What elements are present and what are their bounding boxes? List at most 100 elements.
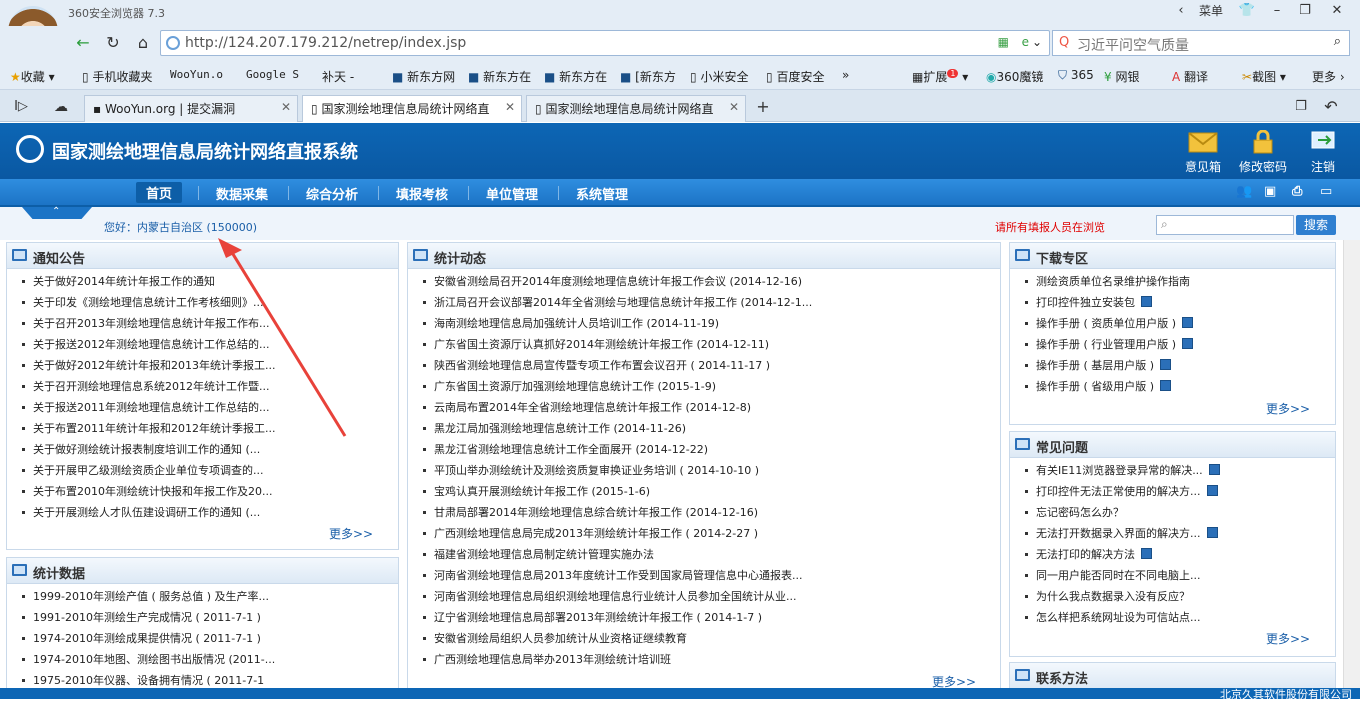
list-item[interactable]: 关于召开2013年测绘地理信息统计年报工作布... — [7, 313, 398, 334]
list-item-text[interactable]: 操作手册 ( 行业管理用户版 ) — [1036, 338, 1176, 351]
id-card-icon[interactable]: ▣ — [1264, 184, 1276, 199]
list-item[interactable]: 1974-2010年测绘成果提供情况 ( 2011-7-1 ) — [7, 628, 398, 649]
list-item[interactable]: 1991-2010年测绘生产完成情况 ( 2011-7-1 ) — [7, 607, 398, 628]
fav-xdf-1[interactable]: ■ 新东方网 — [392, 68, 455, 85]
floppy-disk-icon[interactable] — [1208, 464, 1220, 475]
skin-icon[interactable]: 👕 — [1232, 0, 1262, 22]
list-item-text[interactable]: 关于开展甲乙级测绘资质企业单位专项调查的... — [33, 464, 264, 477]
list-item[interactable]: 打印控件无法正常使用的解决方... — [1010, 481, 1335, 502]
tab-active[interactable]: ▯ 国家测绘地理信息局统计网络直 ✕ — [302, 95, 522, 122]
list-item-text[interactable]: 云南局布置2014年全省测绘地理信息统计年报工作 (2014-12-8) — [434, 401, 751, 414]
back-icon[interactable]: ← — [70, 32, 96, 54]
list-item-text[interactable]: 关于印发《测绘地理信息统计工作考核细则》... — [33, 296, 264, 309]
sidebar-toggle-icon[interactable]: I▷ — [8, 96, 34, 118]
close-tab-icon[interactable]: ✕ — [729, 100, 739, 114]
list-item[interactable]: 打印控件独立安装包 — [1010, 292, 1335, 313]
list-item-text[interactable]: 关于召开测绘地理信息系统2012年统计工作暨... — [33, 380, 269, 393]
fav-collect[interactable]: ★收藏 ▾ — [10, 68, 55, 85]
list-item[interactable]: 河南省测绘地理信息局2013年度统计工作受到国家局管理信息中心通报表... — [408, 565, 1000, 586]
maximize-button[interactable]: ❐ — [1290, 0, 1320, 22]
list-item[interactable]: 关于布置2010年测绘统计快报和年报工作及20... — [7, 481, 398, 502]
list-item-text[interactable]: 关于开展测绘人才队伍建设调研工作的通知 (... — [33, 506, 260, 519]
fav-mi-security[interactable]: ▯ 小米安全 — [690, 68, 748, 85]
list-item[interactable]: 关于报送2011年测绘地理信息统计工作总结的... — [7, 397, 398, 418]
browser-search-input[interactable]: Q 习近平问空气质量 ⌕ — [1052, 30, 1350, 56]
fav-wooyun[interactable]: WooYun.o — [170, 68, 223, 81]
list-item[interactable]: 操作手册 ( 资质单位用户版 ) — [1010, 313, 1335, 334]
list-item[interactable]: 甘肃局部署2014年测绘地理信息综合统计年报工作 (2014-12-16) — [408, 502, 1000, 523]
fav-xdf-2[interactable]: ■ 新东方在 — [468, 68, 531, 85]
tab-third[interactable]: ▯ 国家测绘地理信息局统计网络直 ✕ — [526, 95, 746, 122]
more-link[interactable]: 更多>> — [1266, 400, 1310, 417]
minimize-button[interactable]: – — [1262, 0, 1292, 22]
list-item-text[interactable]: 安徽省测绘局召开2014年度测绘地理信息统计年报工作会议 (2014-12-16… — [434, 275, 802, 288]
list-item-text[interactable]: 无法打开数据录入界面的解决方... — [1036, 527, 1201, 540]
qr-icon[interactable]: ▦ — [998, 35, 1009, 49]
floppy-disk-icon[interactable] — [1160, 380, 1172, 391]
fav-xdf-3[interactable]: ■ 新东方在 — [544, 68, 607, 85]
list-item-text[interactable]: 广东省国土资源厅认真抓好2014年测绘统计年报工作 (2014-12-11) — [434, 338, 769, 351]
list-item-text[interactable]: 安徽省测绘局组织人员参加统计从业资格证继续教育 — [434, 632, 687, 645]
url-text[interactable]: http://124.207.179.212/netrep/index.jsp — [185, 35, 466, 51]
site-search-button[interactable]: 搜索 — [1296, 215, 1336, 235]
list-item-text[interactable]: 浙江局召开会议部署2014年全省测绘与地理信息统计年报工作 (2014-12-1… — [434, 296, 812, 309]
floppy-disk-icon[interactable] — [1182, 338, 1194, 349]
list-item[interactable]: 河南省测绘地理信息局组织测绘地理信息行业统计人员参加全国统计从业... — [408, 586, 1000, 607]
list-item[interactable]: 操作手册 ( 省级用户版 ) — [1010, 376, 1335, 397]
list-item-text[interactable]: 宝鸡认真开展测绘统计年报工作 (2015-1-6) — [434, 485, 650, 498]
list-item[interactable]: 辽宁省测绘地理信息局部署2013年测绘统计年报工作 ( 2014-1-7 ) — [408, 607, 1000, 628]
list-item-text[interactable]: 广西测绘地理信息局完成2013年测绘统计年报工作 ( 2014-2-27 ) — [434, 527, 758, 540]
list-item-text[interactable]: 广西测绘地理信息局举办2013年测绘统计培训班 — [434, 653, 671, 666]
list-item-text[interactable]: 为什么我点数据录入没有反应？ — [1036, 590, 1190, 603]
more-link[interactable]: 更多>> — [329, 525, 373, 542]
menu-button[interactable]: 菜单 — [1194, 0, 1228, 22]
ext-translate[interactable]: A 翻译 — [1172, 68, 1208, 85]
list-item[interactable]: 同一用户能否同时在不同电脑上... — [1010, 565, 1335, 586]
list-item-text[interactable]: 操作手册 ( 省级用户版 ) — [1036, 380, 1154, 393]
list-item-text[interactable]: 无法打印的解决方法 — [1036, 548, 1135, 561]
more-link[interactable]: 更多>> — [1266, 630, 1310, 647]
list-item-text[interactable]: 河南省测绘地理信息局组织测绘地理信息行业统计人员参加全国统计从业... — [434, 590, 797, 603]
list-item[interactable]: 操作手册 ( 基层用户版 ) — [1010, 355, 1335, 376]
close-window-button[interactable]: ✕ — [1322, 0, 1352, 22]
list-item-text[interactable]: 操作手册 ( 资质单位用户版 ) — [1036, 317, 1176, 330]
search-engine-icon[interactable]: Q — [1059, 35, 1069, 50]
list-item[interactable]: 关于开展测绘人才队伍建设调研工作的通知 (... — [7, 502, 398, 523]
floppy-disk-icon[interactable] — [1141, 296, 1152, 307]
close-tab-icon[interactable]: ✕ — [505, 100, 515, 114]
list-item[interactable]: 海南测绘地理信息局加强统计人员培训工作 (2014-11-19) — [408, 313, 1000, 334]
list-item-text[interactable]: 有关IE11浏览器登录异常的解决... — [1036, 464, 1203, 477]
fav-baidu-security[interactable]: ▯ 百度安全 — [766, 68, 824, 85]
list-item-text[interactable]: 怎么样把系统网址设为可信站点... — [1036, 611, 1201, 624]
list-item-text[interactable]: 关于布置2011年统计年报和2012年统计季报工... — [33, 422, 275, 435]
nav-data-collection[interactable]: 数据采集 — [216, 184, 268, 203]
ie-mode-icon[interactable]: e — [1022, 35, 1029, 49]
list-item[interactable]: 陕西省测绘地理信息局宣传暨专项工作布置会议召开 ( 2014-11-17 ) — [408, 355, 1000, 376]
site-search-input[interactable]: ⌕ — [1156, 215, 1294, 235]
undo-close-icon[interactable]: ↶ — [1318, 96, 1344, 118]
page-scrollbar[interactable] — [1343, 240, 1360, 689]
floppy-disk-icon[interactable] — [1206, 527, 1218, 538]
fav-butian[interactable]: 补天 - — [322, 68, 354, 85]
list-item[interactable]: 忘记密码怎么办？ — [1010, 502, 1335, 523]
list-item-text[interactable]: 关于做好测绘统计报表制度培训工作的通知 (... — [33, 443, 260, 456]
list-item-text[interactable]: 1974-2010年测绘成果提供情况 ( 2011-7-1 ) — [33, 632, 261, 645]
list-item-text[interactable]: 甘肃局部署2014年测绘地理信息综合统计年报工作 (2014-12-16) — [434, 506, 758, 519]
ext-365[interactable]: ⛉ 365 — [1058, 68, 1094, 83]
list-item[interactable]: 有关IE11浏览器登录异常的解决... — [1010, 460, 1335, 481]
logout-button[interactable]: 注销 — [1298, 130, 1348, 175]
list-item[interactable]: 无法打印的解决方法 — [1010, 544, 1335, 565]
monitor-icon[interactable]: ▭ — [1320, 184, 1332, 199]
nav-assessment[interactable]: 填报考核 — [396, 184, 448, 203]
list-item-text[interactable]: 忘记密码怎么办？ — [1036, 506, 1124, 519]
close-tab-icon[interactable]: ✕ — [281, 100, 291, 114]
list-item-text[interactable]: 关于布置2010年测绘统计快报和年报工作及20... — [33, 485, 272, 498]
printer-icon[interactable]: ⎙ — [1292, 184, 1302, 199]
extensions-button[interactable]: ▦扩展 1 ▾ — [912, 68, 968, 85]
list-item[interactable]: 1974-2010年地图、测绘图书出版情况 (2011-... — [7, 649, 398, 670]
list-item[interactable]: 广东省国土资源厅加强测绘地理信息统计工作 (2015-1-9) — [408, 376, 1000, 397]
list-item[interactable]: 云南局布置2014年全省测绘地理信息统计年报工作 (2014-12-8) — [408, 397, 1000, 418]
list-item[interactable]: 关于印发《测绘地理信息统计工作考核细则》... — [7, 292, 398, 313]
list-item[interactable]: 黑龙江局加强测绘地理信息统计工作 (2014-11-26) — [408, 418, 1000, 439]
list-item-text[interactable]: 福建省测绘地理信息局制定统计管理实施办法 — [434, 548, 654, 561]
